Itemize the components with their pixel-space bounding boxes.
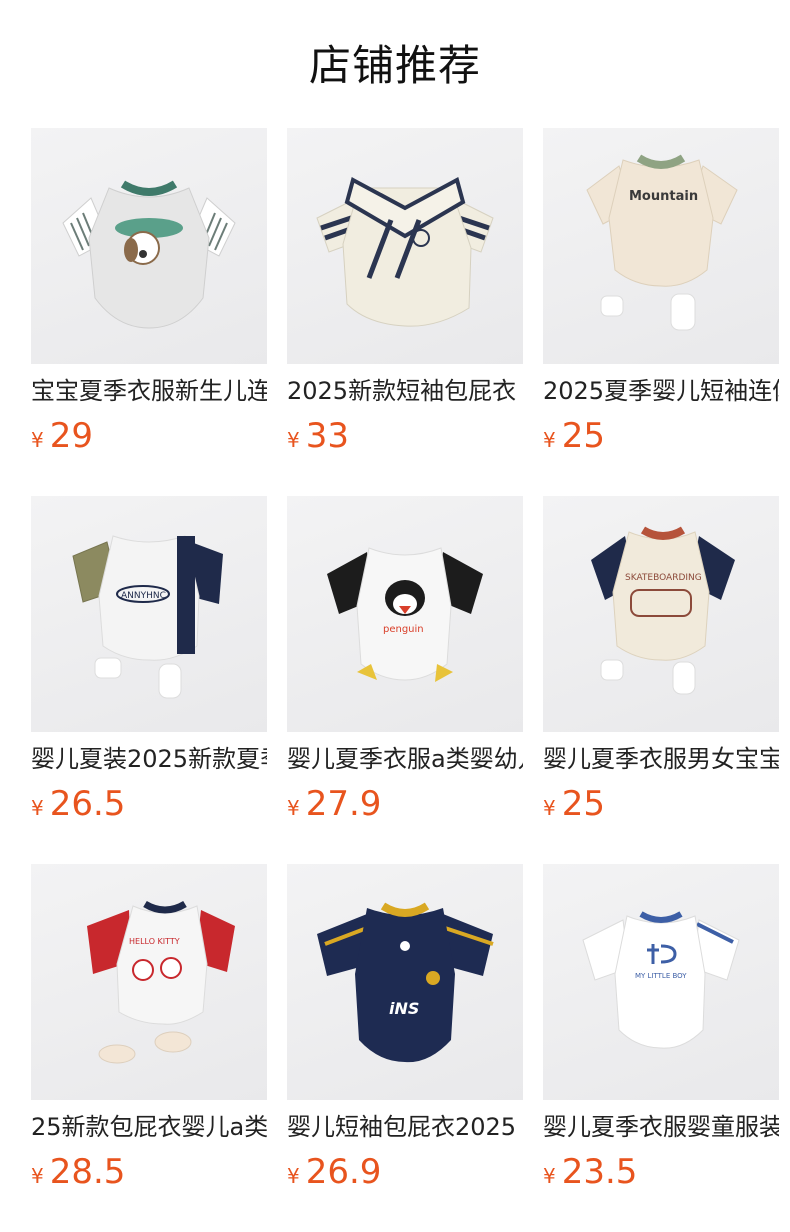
currency-symbol: ¥	[543, 796, 556, 820]
romper-image: ANNYHNC	[72, 535, 223, 699]
product-image[interactable]	[287, 128, 523, 364]
product-image[interactable]: ANNYHNC	[31, 496, 267, 732]
currency-symbol: ¥	[31, 796, 44, 820]
print-text: ANNYHNC	[121, 591, 166, 601]
product-price: ¥25	[543, 414, 779, 458]
price-amount: 25	[561, 416, 605, 456]
romper-image: penguin	[327, 547, 483, 682]
product-card[interactable]: iNS 婴儿短袖包屁衣2025 ¥26.9	[287, 864, 523, 1204]
romper-image	[62, 180, 236, 329]
product-card[interactable]: 宝宝夏季衣服新生儿连体衣 ¥29	[31, 128, 267, 468]
product-image[interactable]: SKATEBOARDING	[543, 496, 779, 732]
romper-image: HELLO KITTY	[87, 900, 235, 1064]
product-card[interactable]: 2025新款短袖包屁衣 ¥33	[287, 128, 523, 468]
product-name[interactable]: 2025新款短袖包屁衣	[287, 374, 523, 408]
product-name[interactable]: 宝宝夏季衣服新生儿连体衣	[31, 374, 267, 408]
product-price: ¥29	[31, 414, 267, 458]
product-name[interactable]: 2025夏季婴儿短袖连体衣	[543, 374, 779, 408]
romper-image: MY LITTLE BOY	[582, 911, 740, 1049]
currency-symbol: ¥	[287, 428, 300, 452]
product-name[interactable]: 婴儿夏季衣服婴童服装	[543, 1110, 779, 1144]
romper-image	[316, 177, 494, 327]
currency-symbol: ¥	[31, 1164, 44, 1188]
product-image[interactable]: Mountain	[543, 128, 779, 364]
currency-symbol: ¥	[287, 796, 300, 820]
product-image[interactable]: penguin	[287, 496, 523, 732]
romper-image: Mountain	[586, 154, 738, 331]
product-image[interactable]: MY LITTLE BOY	[543, 864, 779, 1100]
product-name[interactable]: 25新款包屁衣婴儿a类	[31, 1110, 267, 1144]
price-amount: 26.9	[305, 1152, 382, 1192]
price-amount: 26.5	[49, 784, 126, 824]
product-card[interactable]: SKATEBOARDING 婴儿夏季衣服男女宝宝 ¥25	[543, 496, 779, 836]
product-price: ¥27.9	[287, 782, 523, 826]
product-card[interactable]: ANNYHNC 婴儿夏装2025新款夏季 ¥26.5	[31, 496, 267, 836]
print-text: Mountain	[629, 189, 698, 204]
romper-image: iNS	[317, 902, 494, 1063]
product-name[interactable]: 婴儿夏装2025新款夏季	[31, 742, 267, 776]
romper-image: SKATEBOARDING	[591, 526, 735, 695]
price-amount: 28.5	[49, 1152, 126, 1192]
product-price: ¥23.5	[543, 1150, 779, 1194]
product-card[interactable]: Mountain 2025夏季婴儿短袖连体衣 ¥25	[543, 128, 779, 468]
product-card[interactable]: HELLO KITTY 25新款包屁衣婴儿a类 ¥28.5	[31, 864, 267, 1204]
currency-symbol: ¥	[543, 428, 556, 452]
product-name[interactable]: 婴儿夏季衣服a类婴幼儿	[287, 742, 523, 776]
currency-symbol: ¥	[543, 1164, 556, 1188]
product-name[interactable]: 婴儿短袖包屁衣2025	[287, 1110, 523, 1144]
product-image[interactable]: HELLO KITTY	[31, 864, 267, 1100]
currency-symbol: ¥	[287, 1164, 300, 1188]
product-card[interactable]: penguin 婴儿夏季衣服a类婴幼儿 ¥27.9	[287, 496, 523, 836]
print-text: penguin	[383, 624, 424, 635]
price-amount: 29	[49, 416, 93, 456]
price-amount: 27.9	[305, 784, 382, 824]
product-image[interactable]: iNS	[287, 864, 523, 1100]
product-price: ¥26.5	[31, 782, 267, 826]
price-amount: 25	[561, 784, 605, 824]
product-image[interactable]	[31, 128, 267, 364]
currency-symbol: ¥	[31, 428, 44, 452]
print-text: iNS	[389, 999, 419, 1018]
product-price: ¥26.9	[287, 1150, 523, 1194]
print-text: SKATEBOARDING	[625, 573, 702, 583]
product-name[interactable]: 婴儿夏季衣服男女宝宝	[543, 742, 779, 776]
product-price: ¥33	[287, 414, 523, 458]
product-price: ¥28.5	[31, 1150, 267, 1194]
product-card[interactable]: MY LITTLE BOY 婴儿夏季衣服婴童服装 ¥23.5	[543, 864, 779, 1204]
product-price: ¥25	[543, 782, 779, 826]
page-title: 店铺推荐	[308, 41, 481, 90]
price-amount: 33	[305, 416, 349, 456]
print-text: MY LITTLE BOY	[635, 972, 687, 980]
print-text: HELLO KITTY	[129, 937, 180, 946]
price-amount: 23.5	[561, 1152, 638, 1192]
